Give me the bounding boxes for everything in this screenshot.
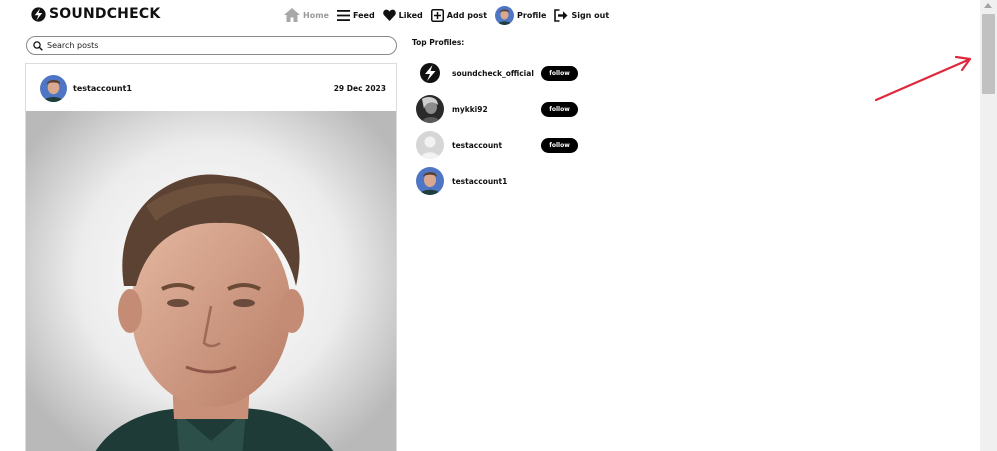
follow-button[interactable]: follow <box>541 66 578 81</box>
avatar[interactable] <box>416 59 444 87</box>
scroll-up-arrow-icon[interactable] <box>984 3 992 8</box>
post-card: testaccount1 29 Dec 2023 <box>25 63 397 451</box>
profile-name[interactable]: mykki92 <box>452 105 544 114</box>
nav-add-post-label: Add post <box>446 10 488 20</box>
top-profiles-list: soundcheck_official follow mykki92 follo… <box>416 55 586 199</box>
list-item: testaccount follow <box>416 127 586 163</box>
avatar <box>40 74 67 102</box>
scrollbar-thumb[interactable] <box>982 14 995 94</box>
annotation-arrow <box>874 55 972 102</box>
nav-home[interactable]: Home <box>284 8 329 22</box>
list-item: testaccount1 <box>416 163 586 199</box>
avatar[interactable] <box>416 167 444 195</box>
bolt-logo-icon <box>31 6 46 22</box>
list-item: mykki92 follow <box>416 91 586 127</box>
follow-button[interactable]: follow <box>541 138 578 153</box>
post-date: 29 Dec 2023 <box>333 83 386 93</box>
avatar[interactable] <box>416 131 444 159</box>
avatar <box>495 5 515 25</box>
profile-name[interactable]: testaccount1 <box>452 177 544 186</box>
nav-liked-label: Liked <box>398 10 423 20</box>
nav-feed-label: Feed <box>352 10 375 20</box>
profile-name[interactable]: soundcheck_official <box>452 69 544 78</box>
nav-add-post[interactable]: Add post <box>430 8 488 22</box>
search-bar <box>26 36 397 55</box>
main-nav: Home Feed Liked Add post Profile Sign ou… <box>284 5 617 25</box>
sign-out-icon <box>554 8 568 22</box>
nav-feed[interactable]: Feed <box>336 9 375 21</box>
top-profiles-title: Top Profiles: <box>412 38 465 47</box>
add-post-icon <box>430 8 444 22</box>
profile-name[interactable]: testaccount <box>452 141 544 150</box>
follow-button[interactable]: follow <box>541 102 578 117</box>
heart-icon <box>382 9 396 21</box>
home-icon <box>284 8 300 22</box>
scrollbar[interactable] <box>980 0 997 451</box>
search-icon <box>33 40 43 51</box>
brand-logo[interactable]: SOUNDCHECK <box>31 6 160 22</box>
list-item: soundcheck_official follow <box>416 55 586 91</box>
search-input[interactable] <box>47 41 377 50</box>
post-author[interactable]: testaccount1 <box>40 74 132 102</box>
nav-sign-out[interactable]: Sign out <box>554 8 610 22</box>
nav-liked[interactable]: Liked <box>382 9 423 21</box>
nav-profile-label: Profile <box>517 10 547 20</box>
navbar: SOUNDCHECK Home Feed Liked Add post Prof… <box>0 0 980 30</box>
nav-home-label: Home <box>303 10 329 20</box>
nav-sign-out-label: Sign out <box>571 10 610 20</box>
post-header: testaccount1 29 Dec 2023 <box>26 64 396 112</box>
brand-name: SOUNDCHECK <box>49 6 161 22</box>
post-image[interactable] <box>26 111 396 451</box>
feed-icon <box>336 9 350 21</box>
nav-profile[interactable]: Profile <box>495 5 547 25</box>
post-username: testaccount1 <box>73 83 132 93</box>
avatar[interactable] <box>416 95 444 123</box>
